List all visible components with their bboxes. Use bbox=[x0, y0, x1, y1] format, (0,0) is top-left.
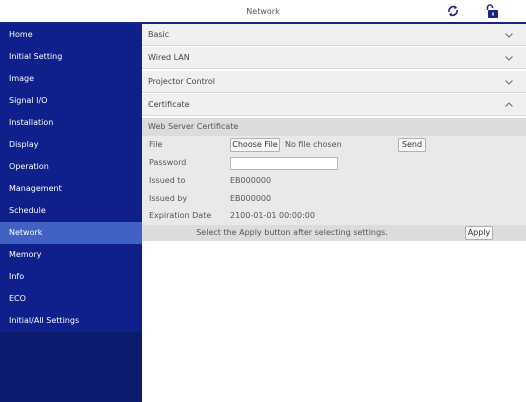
app-root: Network Home Initial Setting Image Signa… bbox=[0, 0, 526, 402]
sidebar-item-info[interactable]: Info bbox=[0, 266, 142, 288]
section-label: Wired LAN bbox=[148, 53, 190, 62]
sidebar-item-signal-io[interactable]: Signal I/O bbox=[0, 90, 142, 112]
password-input[interactable] bbox=[230, 157, 338, 170]
sidebar-item-management[interactable]: Management bbox=[0, 178, 142, 200]
certificate-subheader: Web Server Certificate bbox=[142, 118, 526, 136]
sidebar-item-display[interactable]: Display bbox=[0, 134, 142, 156]
unlocked-padlock-icon[interactable] bbox=[484, 3, 500, 19]
section-label: Basic bbox=[148, 30, 170, 39]
chevron-down-icon bbox=[504, 24, 514, 46]
send-button[interactable]: Send bbox=[398, 138, 426, 152]
sidebar-item-operation[interactable]: Operation bbox=[0, 156, 142, 178]
sidebar: Home Initial Setting Image Signal I/O In… bbox=[0, 24, 142, 402]
section-wired-lan[interactable]: Wired LAN bbox=[142, 47, 526, 69]
file-label: File bbox=[149, 140, 163, 149]
expiration-label: Expiration Date bbox=[149, 211, 212, 220]
sidebar-item-initial-all-settings[interactable]: Initial/All Settings bbox=[0, 310, 142, 332]
password-label: Password bbox=[149, 158, 187, 167]
apply-hint-text: Select the Apply button after selecting … bbox=[196, 228, 388, 237]
refresh-icon[interactable] bbox=[445, 3, 461, 19]
header-bar: Network bbox=[0, 0, 526, 24]
chevron-up-icon bbox=[504, 94, 514, 116]
section-certificate[interactable]: Certificate bbox=[142, 94, 526, 116]
no-file-text: No file chosen bbox=[285, 140, 342, 149]
sidebar-item-image[interactable]: Image bbox=[0, 68, 142, 90]
sidebar-item-schedule[interactable]: Schedule bbox=[0, 200, 142, 222]
password-row: Password bbox=[142, 154, 526, 172]
section-label: Certificate bbox=[148, 100, 190, 109]
main-content: Basic Wired LAN Projector Control Certif… bbox=[142, 24, 526, 402]
chevron-down-icon bbox=[504, 71, 514, 93]
expiration-value: 2100-01-01 00:00:00 bbox=[230, 211, 315, 220]
issued-to-label: Issued to bbox=[149, 176, 186, 185]
issued-by-label: Issued by bbox=[149, 194, 188, 203]
chevron-down-icon bbox=[504, 47, 514, 69]
sidebar-item-installation[interactable]: Installation bbox=[0, 112, 142, 134]
section-projector-control[interactable]: Projector Control bbox=[142, 71, 526, 93]
apply-button[interactable]: Apply bbox=[465, 226, 493, 240]
issued-by-row: Issued by EB000000 bbox=[142, 190, 526, 208]
sidebar-item-initial-setting[interactable]: Initial Setting bbox=[0, 46, 142, 68]
sidebar-item-memory[interactable]: Memory bbox=[0, 244, 142, 266]
sidebar-item-eco[interactable]: ECO bbox=[0, 288, 142, 310]
issued-to-value: EB000000 bbox=[230, 176, 272, 185]
section-basic[interactable]: Basic bbox=[142, 24, 526, 46]
file-row: File Choose File No file chosen Send bbox=[142, 136, 526, 154]
choose-file-button[interactable]: Choose File bbox=[230, 138, 280, 152]
sidebar-item-home[interactable]: Home bbox=[0, 24, 142, 46]
issued-to-row: Issued to EB000000 bbox=[142, 172, 526, 190]
apply-bar: Select the Apply button after selecting … bbox=[142, 225, 526, 241]
section-label: Projector Control bbox=[148, 77, 216, 86]
expiration-row: Expiration Date 2100-01-01 00:00:00 bbox=[142, 207, 526, 225]
sidebar-item-network[interactable]: Network bbox=[0, 222, 142, 244]
issued-by-value: EB000000 bbox=[230, 194, 272, 203]
